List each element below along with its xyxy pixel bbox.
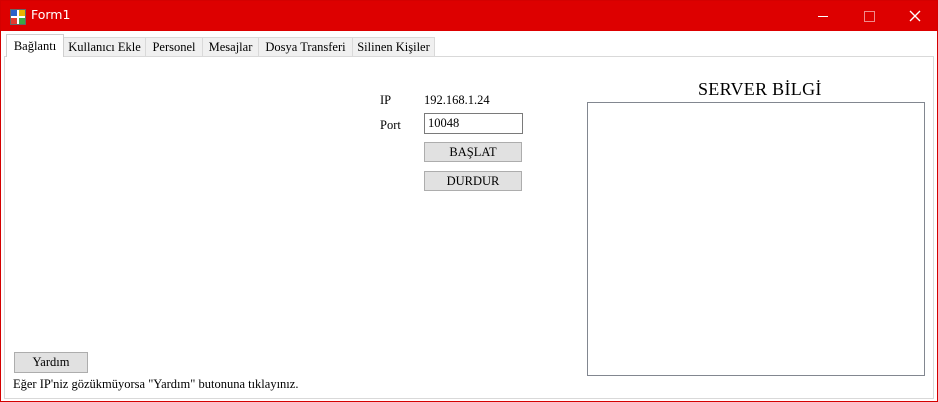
window-title: Form1 <box>31 7 71 22</box>
tab-strip: Bağlantı Kullanıcı Ekle Personel Mesajla… <box>1 31 937 57</box>
port-input[interactable] <box>424 113 523 134</box>
server-info-listbox[interactable] <box>587 102 925 376</box>
main-window: Form1 Bağlantı Kullanıcı Ekle Personel M… <box>0 0 938 402</box>
title-bar[interactable]: Form1 <box>1 1 937 31</box>
tab-dosya-transferi[interactable]: Dosya Transferi <box>258 37 353 56</box>
help-hint-text: Eğer IP'niz gözükmüyorsa "Yardım" butonu… <box>13 377 299 391</box>
stop-button[interactable]: DURDUR <box>424 171 522 191</box>
tab-kullanici-ekle[interactable]: Kullanıcı Ekle <box>63 37 146 56</box>
ip-label: IP <box>380 93 392 107</box>
close-icon <box>909 10 921 22</box>
tab-mesajlar[interactable]: Mesajlar <box>202 37 259 56</box>
start-button[interactable]: BAŞLAT <box>424 142 522 162</box>
tab-personel[interactable]: Personel <box>145 37 203 56</box>
app-icon <box>10 9 26 25</box>
close-button[interactable] <box>892 1 937 31</box>
ip-value: 192.168.1.24 <box>424 93 490 107</box>
help-button[interactable]: Yardım <box>14 352 88 373</box>
tab-silinen-kisiler[interactable]: Silinen Kişiler <box>352 37 435 56</box>
tab-baglanti[interactable]: Bağlantı <box>6 34 64 57</box>
server-info-title: SERVER BİLGİ <box>698 79 822 99</box>
minimize-button[interactable] <box>800 1 846 31</box>
port-label: Port <box>380 118 401 132</box>
maximize-button[interactable] <box>846 1 892 31</box>
